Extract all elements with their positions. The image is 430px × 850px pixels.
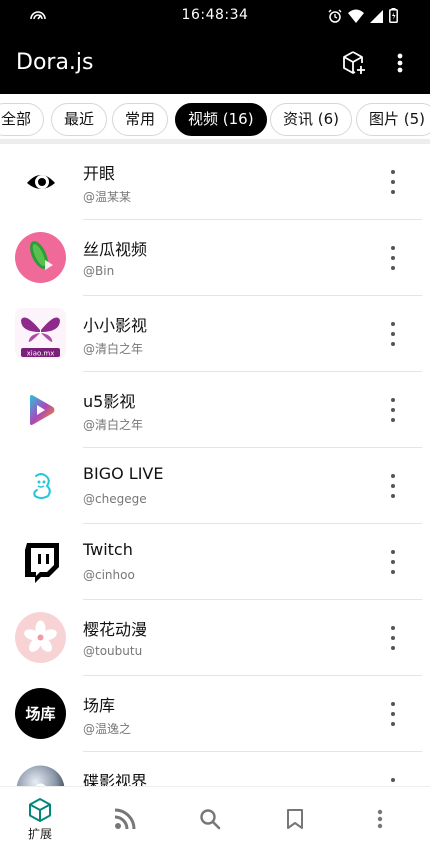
extension-author: @chegege bbox=[83, 492, 147, 506]
extension-author: @toubutu bbox=[83, 644, 143, 658]
search-icon bbox=[200, 809, 221, 830]
chip-news[interactable]: 资讯 (6) bbox=[270, 103, 353, 136]
nav-extensions-label: 扩展 bbox=[27, 826, 52, 841]
play-gradient-logo bbox=[15, 384, 66, 435]
sakura-logo bbox=[15, 612, 66, 663]
category-filter-bar: 全部 最近 常用 视频 (16) 资讯 (6) 图片 (5) bbox=[0, 94, 430, 144]
item-menu-button[interactable] bbox=[384, 474, 402, 498]
nav-more[interactable] bbox=[350, 787, 410, 850]
extension-name: 小小影视 bbox=[83, 316, 148, 335]
extension-name: BIGO LIVE bbox=[83, 464, 164, 483]
extension-list: 开眼 @温某某 丝瓜视频 @Bin xiao.mx 小小影视 @清白之年 u5影… bbox=[0, 144, 430, 786]
list-item[interactable]: 樱花动漫 @toubutu bbox=[0, 600, 430, 676]
list-item[interactable]: u5影视 @清白之年 bbox=[0, 372, 430, 448]
extension-name: Twitch bbox=[83, 540, 133, 559]
svg-text:xiao.mx: xiao.mx bbox=[27, 350, 55, 358]
item-menu-button[interactable] bbox=[384, 398, 402, 422]
list-item[interactable]: BIGO LIVE @chegege bbox=[0, 448, 430, 524]
more-vert-icon bbox=[397, 53, 403, 73]
more-vert-icon bbox=[377, 809, 383, 829]
item-menu-button[interactable] bbox=[384, 246, 402, 270]
item-menu-button[interactable] bbox=[384, 778, 402, 786]
item-menu-button[interactable] bbox=[384, 170, 402, 194]
extension-name: 丝瓜视频 bbox=[83, 240, 148, 259]
extension-author: @清白之年 bbox=[83, 342, 144, 356]
extension-name: 场库 bbox=[83, 696, 116, 715]
list-item[interactable]: 开眼 @温某某 bbox=[0, 144, 430, 220]
battery-icon bbox=[389, 8, 398, 27]
list-item[interactable]: Twitch @cinhoo bbox=[0, 524, 430, 600]
extension-author: @温某某 bbox=[83, 190, 132, 204]
loofah-logo bbox=[15, 232, 66, 283]
item-menu-button[interactable] bbox=[384, 322, 402, 346]
changku-logo: 场库 bbox=[15, 688, 66, 739]
rss-icon bbox=[114, 808, 136, 830]
extension-name: 樱花动漫 bbox=[83, 620, 148, 639]
bookmark-icon bbox=[287, 809, 303, 829]
extension-author: @清白之年 bbox=[83, 418, 144, 432]
list-item[interactable]: 碟影视界 bbox=[0, 752, 430, 786]
extension-author: @Bin bbox=[83, 264, 115, 278]
nav-search[interactable] bbox=[180, 787, 240, 850]
list-item[interactable]: 丝瓜视频 @Bin bbox=[0, 220, 430, 296]
item-menu-button[interactable] bbox=[384, 626, 402, 650]
item-menu-button[interactable] bbox=[384, 550, 402, 574]
bigo-logo bbox=[15, 460, 66, 511]
butterfly-logo: xiao.mx bbox=[15, 308, 66, 359]
app-bar: Dora.js bbox=[0, 32, 430, 94]
item-menu-button[interactable] bbox=[384, 702, 402, 726]
app-title: Dora.js bbox=[16, 50, 94, 75]
status-bar: 16:48:34 bbox=[0, 0, 430, 32]
chip-video[interactable]: 视频 (16) bbox=[175, 103, 267, 136]
bottom-navigation: 扩展 bbox=[0, 786, 430, 850]
twitch-logo bbox=[15, 536, 66, 587]
chip-recent[interactable]: 最近 bbox=[51, 103, 108, 136]
cube-plus-icon bbox=[343, 51, 365, 74]
list-item[interactable]: xiao.mx 小小影视 @清白之年 bbox=[0, 296, 430, 372]
nav-bookmarks[interactable] bbox=[265, 787, 325, 850]
overflow-menu-button[interactable] bbox=[390, 48, 410, 78]
extension-author: @温逸之 bbox=[83, 722, 132, 736]
nav-extensions[interactable]: 扩展 bbox=[10, 787, 70, 850]
alarm-icon bbox=[328, 8, 342, 27]
extension-name: u5影视 bbox=[83, 392, 136, 411]
list-item[interactable]: 场库 场库 @温逸之 bbox=[0, 676, 430, 752]
nav-feeds[interactable] bbox=[95, 787, 155, 850]
chip-all[interactable]: 全部 bbox=[0, 103, 45, 136]
cell-signal-icon bbox=[370, 8, 383, 27]
extension-cube-icon bbox=[29, 797, 51, 822]
eye-logo bbox=[15, 156, 66, 207]
extension-name: 开眼 bbox=[83, 164, 116, 183]
changku-logo-text: 场库 bbox=[25, 705, 56, 723]
extension-author: @cinhoo bbox=[83, 568, 135, 582]
extension-name: 碟影视界 bbox=[83, 772, 148, 786]
chip-images[interactable]: 图片 (5) bbox=[356, 103, 430, 136]
add-extension-button[interactable] bbox=[340, 49, 368, 77]
disc-logo bbox=[15, 764, 66, 786]
wifi-icon bbox=[348, 8, 364, 27]
chip-frequent[interactable]: 常用 bbox=[112, 103, 169, 136]
